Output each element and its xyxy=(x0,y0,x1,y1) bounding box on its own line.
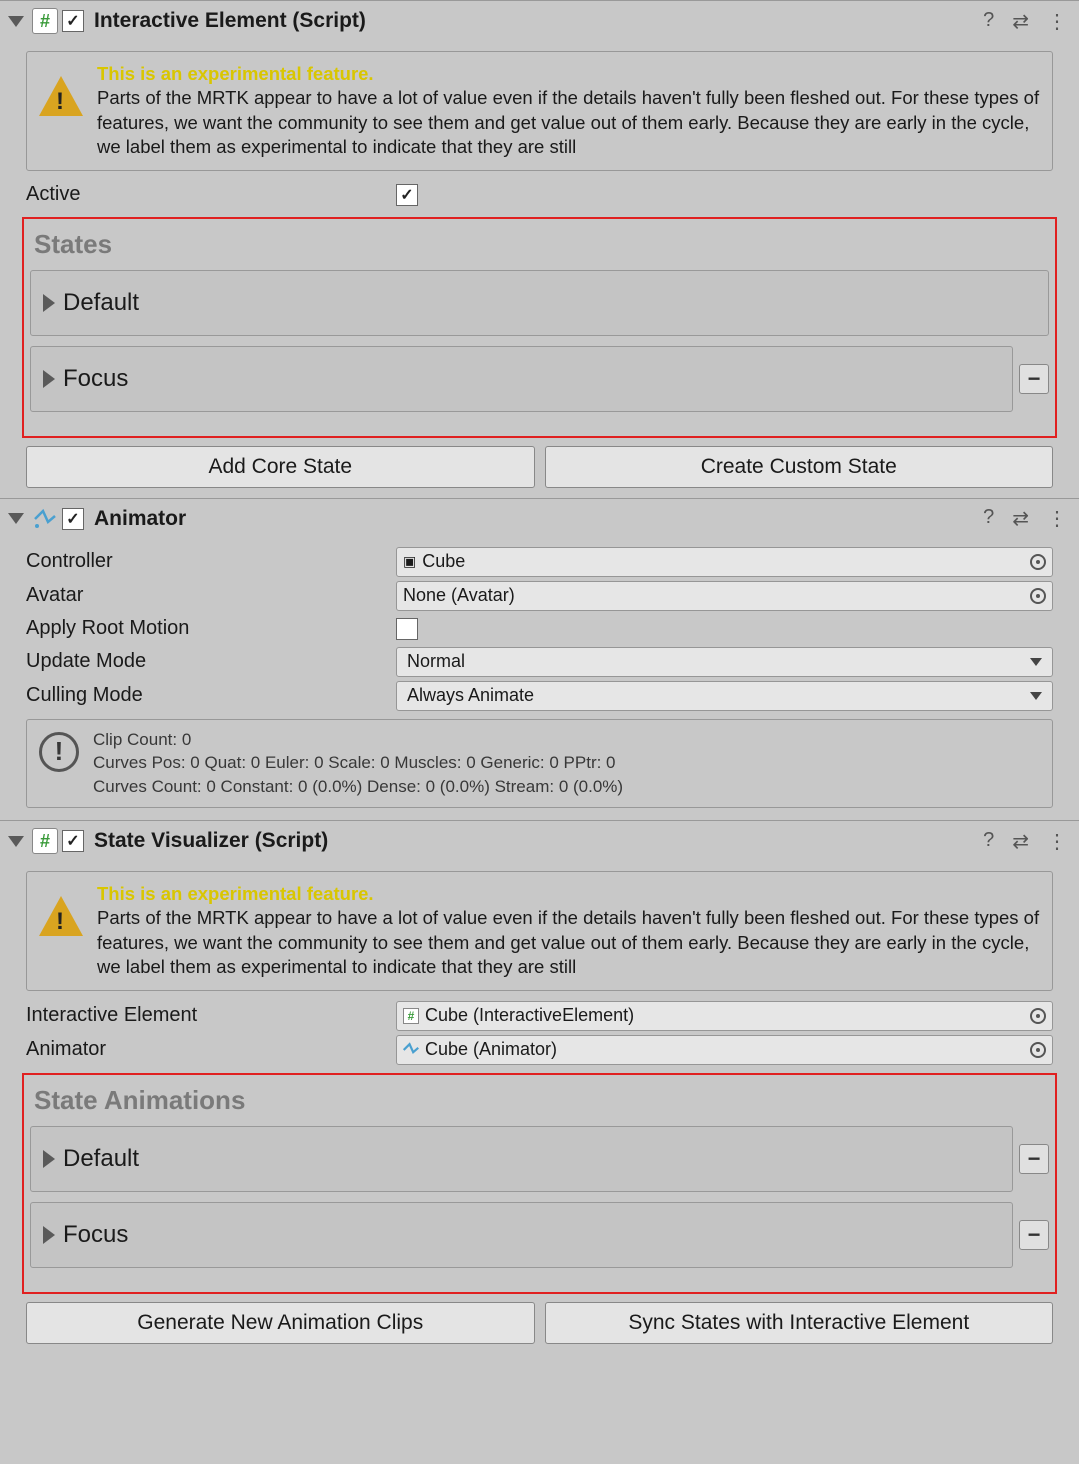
animator-ref-label: Animator xyxy=(26,1038,396,1061)
menu-icon[interactable]: ⋮ xyxy=(1047,9,1067,34)
state-animations-section: State Animations Default − Focus − xyxy=(22,1073,1057,1294)
warning-icon xyxy=(39,76,83,116)
stats-line: Curves Count: 0 Constant: 0 (0.0%) Dense… xyxy=(93,775,623,799)
avatar-label: Avatar xyxy=(26,584,396,607)
animation-state-default[interactable]: Default xyxy=(30,1126,1013,1192)
interactive-element-field[interactable]: # Cube (InteractiveElement) xyxy=(396,1001,1053,1031)
component-header[interactable]: # Interactive Element (Script) ? ⇄ ⋮ xyxy=(0,1,1079,41)
state-label: Default xyxy=(63,289,139,317)
controller-label: Controller xyxy=(26,550,396,573)
update-mode-dropdown[interactable]: Normal xyxy=(396,647,1053,677)
warning-headline: This is an experimental feature. xyxy=(97,883,374,904)
avatar-value: None (Avatar) xyxy=(403,585,515,606)
warning-body: Parts of the MRTK appear to have a lot o… xyxy=(97,907,1039,977)
component-interactive-element: # Interactive Element (Script) ? ⇄ ⋮ Thi… xyxy=(0,0,1079,498)
culling-mode-label: Culling Mode xyxy=(26,684,396,707)
interactive-element-label: Interactive Element xyxy=(26,1004,396,1027)
interactive-element-value: Cube (InteractiveElement) xyxy=(425,1005,634,1026)
active-checkbox[interactable] xyxy=(396,184,418,206)
component-title: Interactive Element (Script) xyxy=(94,9,979,33)
update-mode-value: Normal xyxy=(407,651,465,672)
state-animations-title: State Animations xyxy=(34,1085,1049,1116)
component-title: State Visualizer (Script) xyxy=(94,829,979,853)
remove-state-button[interactable]: − xyxy=(1019,1144,1049,1174)
component-state-visualizer: # State Visualizer (Script) ? ⇄ ⋮ This i… xyxy=(0,820,1079,1354)
update-mode-label: Update Mode xyxy=(26,650,396,673)
foldout-icon[interactable] xyxy=(8,513,24,524)
component-title: Animator xyxy=(94,507,979,531)
animator-stats: ! Clip Count: 0 Curves Pos: 0 Quat: 0 Eu… xyxy=(26,719,1053,808)
object-picker-icon[interactable] xyxy=(1030,1008,1046,1024)
script-icon: # xyxy=(32,828,58,854)
states-title: States xyxy=(34,229,1049,260)
menu-icon[interactable]: ⋮ xyxy=(1047,506,1067,531)
add-core-state-button[interactable]: Add Core State xyxy=(26,446,535,488)
sync-states-button[interactable]: Sync States with Interactive Element xyxy=(545,1302,1054,1344)
preset-icon[interactable]: ⇄ xyxy=(1012,506,1029,531)
states-section: States Default Focus − xyxy=(22,217,1057,438)
avatar-field[interactable]: None (Avatar) xyxy=(396,581,1053,611)
chevron-right-icon xyxy=(43,1150,55,1168)
culling-mode-dropdown[interactable]: Always Animate xyxy=(396,681,1053,711)
warning-icon xyxy=(39,896,83,936)
enabled-checkbox[interactable] xyxy=(62,508,84,530)
generate-clips-button[interactable]: Generate New Animation Clips xyxy=(26,1302,535,1344)
component-header[interactable]: # State Visualizer (Script) ? ⇄ ⋮ xyxy=(0,821,1079,861)
controller-type-icon: ▣ xyxy=(403,553,416,570)
stats-line: Clip Count: 0 xyxy=(93,728,623,752)
active-label: Active xyxy=(26,183,396,206)
script-icon: # xyxy=(32,8,58,34)
remove-state-button[interactable]: − xyxy=(1019,1220,1049,1250)
object-picker-icon[interactable] xyxy=(1030,588,1046,604)
culling-mode-value: Always Animate xyxy=(407,685,534,706)
enabled-checkbox[interactable] xyxy=(62,830,84,852)
remove-state-button[interactable]: − xyxy=(1019,364,1049,394)
warning-body: Parts of the MRTK appear to have a lot o… xyxy=(97,87,1039,157)
object-picker-icon[interactable] xyxy=(1030,554,1046,570)
state-label: Focus xyxy=(63,1221,128,1249)
experimental-warning: This is an experimental feature. Parts o… xyxy=(26,51,1053,171)
foldout-icon[interactable] xyxy=(8,16,24,27)
script-type-icon: # xyxy=(403,1008,419,1024)
enabled-checkbox[interactable] xyxy=(62,10,84,32)
help-icon[interactable]: ? xyxy=(983,829,994,854)
chevron-right-icon xyxy=(43,1226,55,1244)
apply-root-motion-label: Apply Root Motion xyxy=(26,617,396,640)
controller-field[interactable]: ▣ Cube xyxy=(396,547,1053,577)
preset-icon[interactable]: ⇄ xyxy=(1012,829,1029,854)
animator-type-icon xyxy=(403,1042,419,1058)
state-focus[interactable]: Focus xyxy=(30,346,1013,412)
stats-line: Curves Pos: 0 Quat: 0 Euler: 0 Scale: 0 … xyxy=(93,751,623,775)
help-icon[interactable]: ? xyxy=(983,506,994,531)
info-icon: ! xyxy=(39,732,79,772)
state-default[interactable]: Default xyxy=(30,270,1049,336)
experimental-warning: This is an experimental feature. Parts o… xyxy=(26,871,1053,991)
animator-ref-value: Cube (Animator) xyxy=(425,1039,557,1060)
create-custom-state-button[interactable]: Create Custom State xyxy=(545,446,1054,488)
chevron-right-icon xyxy=(43,294,55,312)
state-label: Focus xyxy=(63,365,128,393)
component-header[interactable]: Animator ? ⇄ ⋮ xyxy=(0,499,1079,539)
help-icon[interactable]: ? xyxy=(983,9,994,34)
state-label: Default xyxy=(63,1145,139,1173)
menu-icon[interactable]: ⋮ xyxy=(1047,829,1067,854)
object-picker-icon[interactable] xyxy=(1030,1042,1046,1058)
warning-headline: This is an experimental feature. xyxy=(97,63,374,84)
chevron-right-icon xyxy=(43,370,55,388)
animator-icon xyxy=(32,506,58,532)
preset-icon[interactable]: ⇄ xyxy=(1012,9,1029,34)
foldout-icon[interactable] xyxy=(8,836,24,847)
animation-state-focus[interactable]: Focus xyxy=(30,1202,1013,1268)
animator-ref-field[interactable]: Cube (Animator) xyxy=(396,1035,1053,1065)
apply-root-motion-checkbox[interactable] xyxy=(396,618,418,640)
controller-value: Cube xyxy=(422,551,465,572)
component-animator: Animator ? ⇄ ⋮ Controller ▣ Cube Avatar … xyxy=(0,498,1079,820)
